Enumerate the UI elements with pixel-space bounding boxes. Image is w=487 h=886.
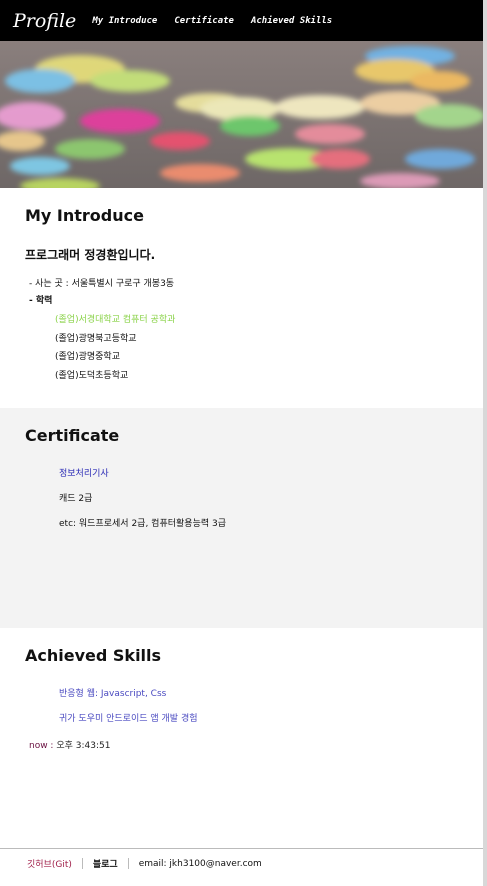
hero-bokeh-image [0,41,483,188]
nav-link-skills[interactable]: Achieved Skills [251,16,332,26]
certificate-title: Certificate [25,426,120,445]
skills-title: Achieved Skills [25,646,162,665]
introduce-headline: 프로그래머 정경환입니다. [25,248,156,262]
now-label: now : [29,741,57,751]
address-text: - 사는 곳 : 서울특별시 구로구 개봉3동 [29,279,175,289]
footer-divider [0,848,483,849]
email-text: email: jkh3100@naver.com [138,858,262,869]
git-link[interactable]: 깃허브(Git) [27,857,72,870]
nav-link-certificate[interactable]: Certificate [174,16,234,26]
education-item: (졸업)광명북고등학교 [55,334,137,344]
education-label: - 학력 [29,296,53,306]
skill-item: 반응형 웹: Javascript, Css [59,689,167,699]
introduce-title: My Introduce [25,206,144,225]
brand-logo[interactable]: Profile [13,10,76,32]
clock-readout: now : 오후 3:43:51 [29,738,110,751]
education-item: (졸업)서경대학교 컴퓨터 공학과 [55,315,176,325]
scrollbar[interactable] [483,0,487,886]
nav-link-introduce[interactable]: My Introduce [92,16,157,26]
skills-section: Achieved Skills 반응형 웹: Javascript, Css 귀… [0,628,483,848]
certificate-section: Certificate 정보처리기사 캐드 2급 etc: 워드프로세서 2급,… [0,408,483,628]
education-item: (졸업)도덕초등학교 [55,371,129,381]
now-value: 오후 3:43:51 [56,741,111,751]
top-navbar: Profile My Introduce Certificate Achieve… [0,0,483,41]
footer-separator [127,858,129,869]
introduce-section: My Introduce 프로그래머 정경환입니다. - 사는 곳 : 서울특별… [0,188,483,408]
education-item: (졸업)광명중학교 [55,352,120,362]
certificate-link[interactable]: 정보처리기사 [59,466,109,479]
certificate-item: etc: 워드프로세서 2급, 컴퓨터활용능력 3급 [59,519,227,529]
blog-link[interactable]: 블로그 [93,857,118,870]
skill-item: 귀가 도우미 안드로이드 앱 개발 경험 [59,714,198,724]
certificate-item: 캐드 2급 [59,494,93,504]
footer-separator [81,858,83,869]
footer: 깃허브(Git) 블로그 email: jkh3100@naver.com [27,857,262,870]
